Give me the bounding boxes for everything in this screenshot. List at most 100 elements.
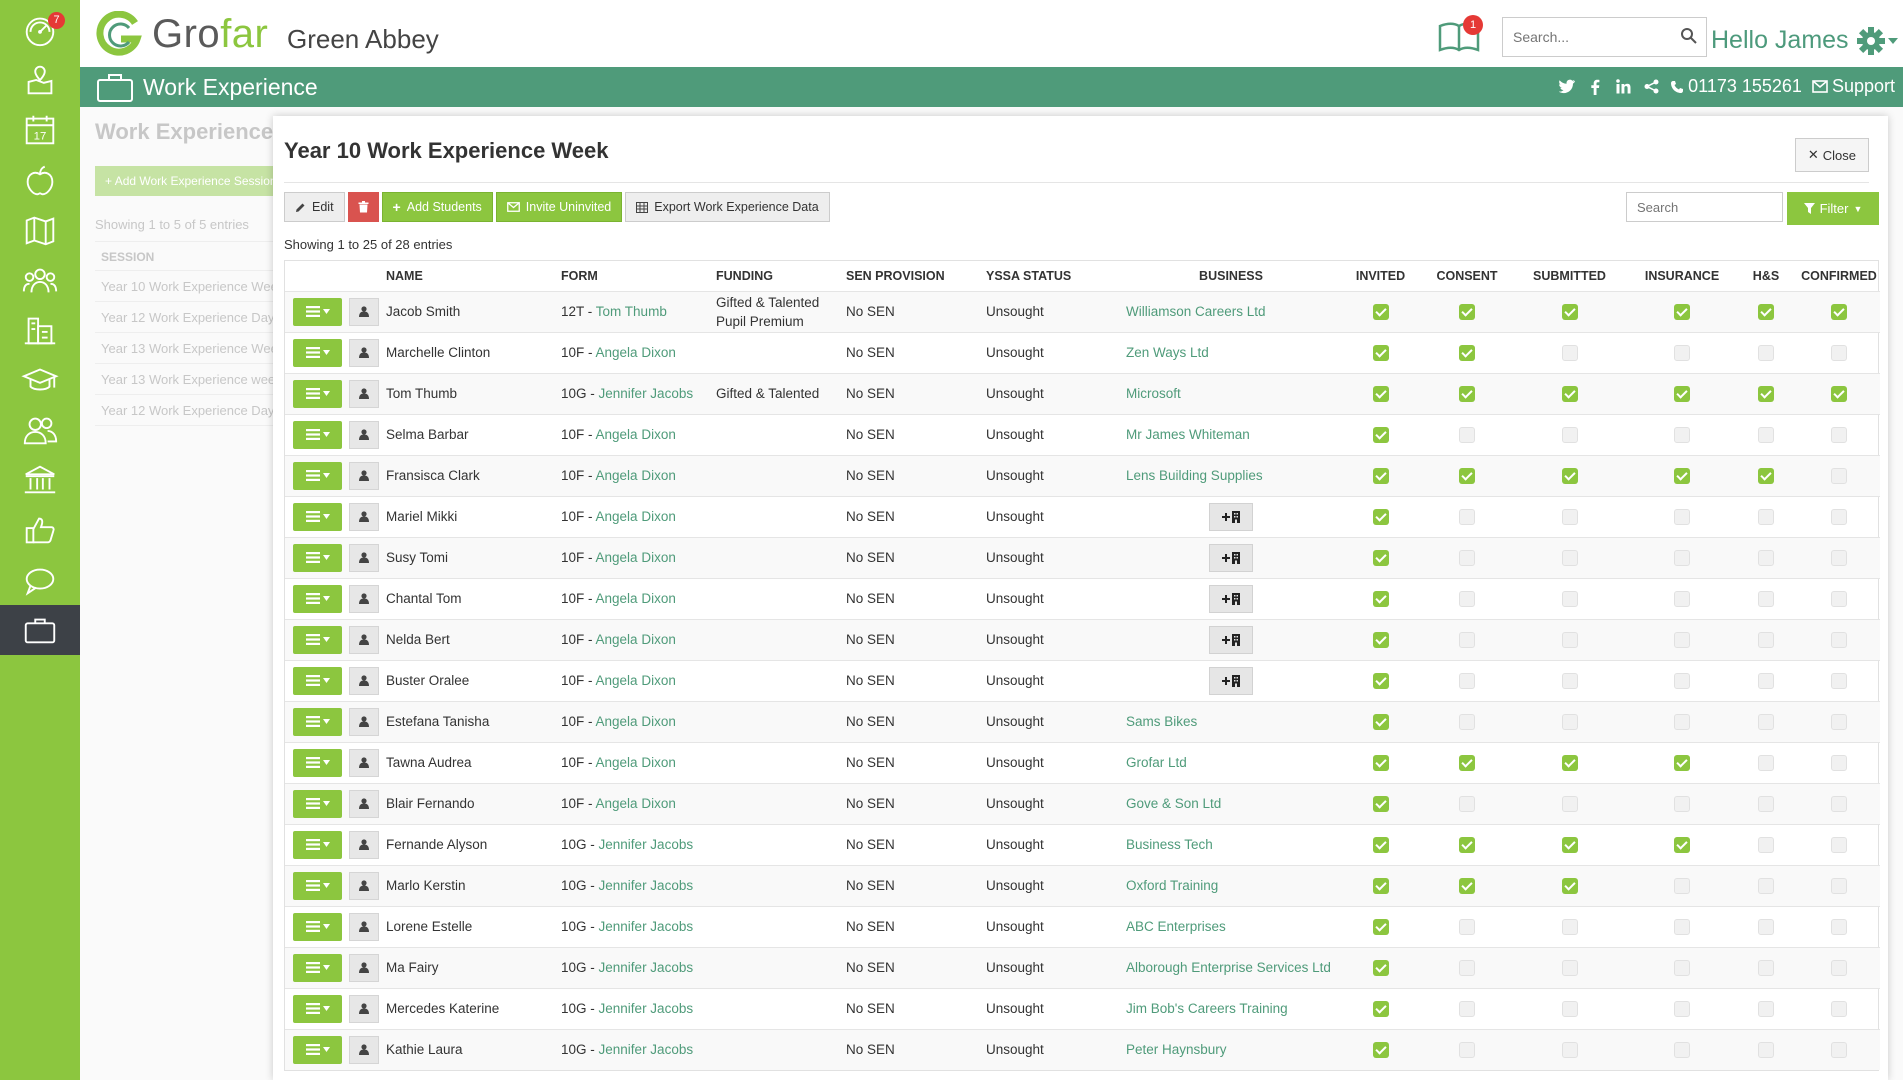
invited-checkbox[interactable] — [1372, 672, 1389, 689]
form-teacher-link[interactable]: Jennifer Jacobs — [599, 386, 694, 401]
column-header[interactable]: NAME — [382, 261, 557, 291]
sidebar-item-institutions[interactable] — [0, 455, 80, 505]
column-header[interactable]: CONSENT — [1421, 261, 1509, 291]
invited-checkbox[interactable] — [1372, 590, 1389, 607]
row-actions-button[interactable] — [293, 502, 342, 531]
confirmed-checkbox[interactable] — [1831, 918, 1847, 935]
consent-checkbox[interactable] — [1459, 836, 1475, 853]
submitted-checkbox[interactable] — [1561, 1000, 1578, 1017]
insurance-checkbox[interactable] — [1674, 344, 1690, 361]
sidebar-item-places[interactable] — [0, 55, 80, 105]
submitted-checkbox[interactable] — [1561, 1041, 1578, 1058]
column-header[interactable]: FORM — [557, 261, 712, 291]
form-teacher-link[interactable]: Jennifer Jacobs — [599, 837, 694, 852]
row-actions-button[interactable] — [293, 379, 342, 408]
form-teacher-link[interactable]: Angela Dixon — [596, 673, 676, 688]
student-profile-button[interactable] — [349, 461, 379, 490]
sidebar-item-calendar[interactable]: 17 — [0, 105, 80, 155]
confirmed-checkbox[interactable] — [1831, 508, 1847, 525]
submitted-checkbox[interactable] — [1561, 344, 1578, 361]
confirmed-checkbox[interactable] — [1831, 631, 1847, 648]
insurance-checkbox[interactable] — [1674, 508, 1690, 525]
student-profile-button[interactable] — [349, 1035, 379, 1064]
business-link[interactable]: Grofar Ltd — [1126, 755, 1187, 770]
form-teacher-link[interactable]: Jennifer Jacobs — [599, 878, 694, 893]
student-profile-button[interactable] — [349, 625, 379, 654]
edit-button[interactable]: Edit — [284, 192, 345, 222]
student-profile-button[interactable] — [349, 502, 379, 531]
invited-checkbox[interactable] — [1372, 918, 1389, 935]
form-teacher-link[interactable]: Angela Dixon — [596, 632, 676, 647]
hs-checkbox[interactable] — [1758, 426, 1774, 443]
hs-checkbox[interactable] — [1758, 795, 1774, 812]
student-profile-button[interactable] — [349, 338, 379, 367]
business-link[interactable]: Gove & Son Ltd — [1126, 796, 1221, 811]
business-link[interactable]: Lens Building Supplies — [1126, 468, 1263, 483]
hs-checkbox[interactable] — [1758, 754, 1774, 771]
submitted-checkbox[interactable] — [1561, 426, 1578, 443]
row-actions-button[interactable] — [293, 953, 342, 982]
hs-checkbox[interactable] — [1758, 467, 1774, 484]
student-profile-button[interactable] — [349, 584, 379, 613]
form-teacher-link[interactable]: Angela Dixon — [596, 468, 676, 483]
hs-checkbox[interactable] — [1758, 877, 1774, 894]
row-actions-button[interactable] — [293, 1035, 342, 1064]
invited-checkbox[interactable] — [1372, 508, 1389, 525]
global-search-input[interactable] — [1503, 18, 1673, 56]
submitted-checkbox[interactable] — [1561, 836, 1578, 853]
hs-checkbox[interactable] — [1758, 549, 1774, 566]
sidebar-item-health[interactable] — [0, 155, 80, 205]
confirmed-checkbox[interactable] — [1831, 713, 1847, 730]
share-icon[interactable] — [1642, 78, 1660, 96]
row-actions-button[interactable] — [293, 994, 342, 1023]
hs-checkbox[interactable] — [1758, 303, 1774, 320]
submitted-checkbox[interactable] — [1561, 713, 1578, 730]
invited-checkbox[interactable] — [1372, 549, 1389, 566]
invited-checkbox[interactable] — [1372, 754, 1389, 771]
grofar-logo[interactable]: Grofar — [96, 10, 268, 58]
invited-checkbox[interactable] — [1372, 426, 1389, 443]
submitted-checkbox[interactable] — [1561, 631, 1578, 648]
column-header[interactable]: H&S — [1734, 261, 1794, 291]
filter-button[interactable]: Filter ▼ — [1787, 192, 1879, 225]
consent-checkbox[interactable] — [1459, 508, 1475, 525]
confirmed-checkbox[interactable] — [1831, 877, 1847, 894]
insurance-checkbox[interactable] — [1674, 754, 1690, 771]
consent-checkbox[interactable] — [1459, 1041, 1475, 1058]
insurance-checkbox[interactable] — [1674, 795, 1690, 812]
insurance-checkbox[interactable] — [1674, 426, 1690, 443]
invited-checkbox[interactable] — [1372, 385, 1389, 402]
confirmed-checkbox[interactable] — [1831, 549, 1847, 566]
hs-checkbox[interactable] — [1758, 508, 1774, 525]
sidebar-item-messages[interactable] — [0, 555, 80, 605]
student-profile-button[interactable] — [349, 953, 379, 982]
confirmed-checkbox[interactable] — [1831, 590, 1847, 607]
hs-checkbox[interactable] — [1758, 959, 1774, 976]
row-actions-button[interactable] — [293, 912, 342, 941]
student-profile-button[interactable] — [349, 748, 379, 777]
consent-checkbox[interactable] — [1459, 426, 1475, 443]
column-header[interactable]: YSSA STATUS — [982, 261, 1122, 291]
submitted-checkbox[interactable] — [1561, 918, 1578, 935]
insurance-checkbox[interactable] — [1674, 590, 1690, 607]
form-teacher-link[interactable]: Angela Dixon — [596, 509, 676, 524]
submitted-checkbox[interactable] — [1561, 877, 1578, 894]
consent-checkbox[interactable] — [1459, 385, 1475, 402]
confirmed-checkbox[interactable] — [1831, 426, 1847, 443]
insurance-checkbox[interactable] — [1674, 672, 1690, 689]
form-teacher-link[interactable]: Angela Dixon — [596, 796, 676, 811]
row-actions-button[interactable] — [293, 543, 342, 572]
row-actions-button[interactable] — [293, 871, 342, 900]
row-actions-button[interactable] — [293, 625, 342, 654]
row-actions-button[interactable] — [293, 584, 342, 613]
hs-checkbox[interactable] — [1758, 631, 1774, 648]
confirmed-checkbox[interactable] — [1831, 959, 1847, 976]
form-teacher-link[interactable]: Angela Dixon — [596, 427, 676, 442]
consent-checkbox[interactable] — [1459, 467, 1475, 484]
consent-checkbox[interactable] — [1459, 877, 1475, 894]
confirmed-checkbox[interactable] — [1831, 754, 1847, 771]
confirmed-checkbox[interactable] — [1831, 795, 1847, 812]
confirmed-checkbox[interactable] — [1831, 672, 1847, 689]
submitted-checkbox[interactable] — [1561, 549, 1578, 566]
form-teacher-link[interactable]: Angela Dixon — [596, 755, 676, 770]
